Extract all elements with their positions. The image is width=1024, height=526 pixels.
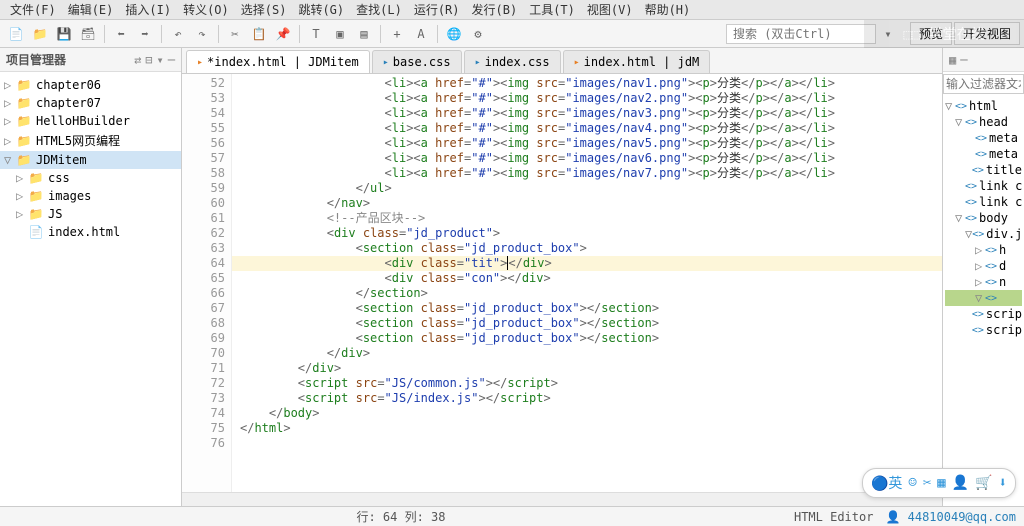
menu-escape[interactable]: 转义(O) <box>177 1 235 18</box>
outline-scrip[interactable]: <>scrip <box>945 322 1022 338</box>
float-scissors-icon[interactable]: ✂ <box>923 475 931 491</box>
gear-icon[interactable]: ⚙ <box>468 24 488 44</box>
editor-area: ▸*index.html | JDMitem▸base.css▸index.cs… <box>182 48 942 506</box>
project-panel-title: 项目管理器 <box>6 51 66 68</box>
menu-file[interactable]: 文件(F) <box>4 1 62 18</box>
tool-icon[interactable]: T <box>306 24 326 44</box>
line-gutter: 5253545556575859606162⊟63646566676869707… <box>182 74 232 492</box>
menu-publish[interactable]: 发行(B) <box>466 1 524 18</box>
float-download-icon[interactable]: ⬇ <box>999 475 1007 491</box>
outline-head[interactable]: ▽<>head <box>945 114 1022 130</box>
outline-meta[interactable]: <>meta <box>945 146 1022 162</box>
menu-insert[interactable]: 插入(I) <box>119 1 177 18</box>
tree-item-chapter06[interactable]: ▷📁chapter06 <box>0 76 181 94</box>
new-file-icon[interactable]: 📄 <box>6 24 26 44</box>
minimize-icon[interactable]: ─ <box>168 53 175 67</box>
open-icon[interactable]: 📁 <box>30 24 50 44</box>
link-icon[interactable]: ⇄ <box>134 53 141 67</box>
tree-item-JS[interactable]: ▷📁JS <box>0 205 181 223</box>
outline-[interactable]: ▽<> <box>945 290 1022 306</box>
outline-link c[interactable]: <>link c <box>945 178 1022 194</box>
tree-item-images[interactable]: ▷📁images <box>0 187 181 205</box>
status-bar: 行: 64 列: 38 HTML Editor 👤 44810049@qq.co… <box>0 506 1024 526</box>
project-panel: 项目管理器 ⇄ ⊟ ▾ ─ ▷📁chapter06▷📁chapter07▷📁He… <box>0 48 182 506</box>
tree-item-css[interactable]: ▷📁css <box>0 169 181 187</box>
outline-html[interactable]: ▽<>html <box>945 98 1022 114</box>
floating-toolbar: 🔵英 ☺ ✂ ▦ 👤 🛒 ⬇ <box>862 468 1016 498</box>
redo-icon[interactable]: ↷ <box>192 24 212 44</box>
tool2-icon[interactable]: ▣ <box>330 24 350 44</box>
menu-help[interactable]: 帮助(H) <box>639 1 697 18</box>
panel-menu-icon[interactable]: ▾ <box>157 53 164 67</box>
copy-icon[interactable]: 📋 <box>249 24 269 44</box>
float-smile-icon[interactable]: ☺ <box>908 475 916 491</box>
outline-h[interactable]: ▷<>h <box>945 242 1022 258</box>
save-all-icon[interactable]: 🗃 <box>78 24 98 44</box>
tree-item-HelloHBuilder[interactable]: ▷📁HelloHBuilder <box>0 112 181 130</box>
outline-meta[interactable]: <>meta <box>945 130 1022 146</box>
menu-edit[interactable]: 编辑(E) <box>62 1 120 18</box>
tab-index.css[interactable]: ▸index.css <box>464 50 561 73</box>
cursor-position: 行: 64 列: 38 <box>8 508 794 525</box>
collapse-icon[interactable]: ⊟ <box>145 53 152 67</box>
plus-icon[interactable]: + <box>387 24 407 44</box>
editor-tabs: ▸*index.html | JDMitem▸base.css▸index.cs… <box>182 48 942 74</box>
tab-index.html[interactable]: ▸index.html | jdM <box>563 50 711 73</box>
outline-d[interactable]: ▷<>d <box>945 258 1022 274</box>
float-user-icon[interactable]: 👤 <box>952 475 969 491</box>
outline-n[interactable]: ▷<>n <box>945 274 1022 290</box>
menu-goto[interactable]: 跳转(G) <box>292 1 350 18</box>
save-icon[interactable]: 💾 <box>54 24 74 44</box>
outline-div.jc[interactable]: ▽<>div.jc <box>945 226 1022 242</box>
outline-minimize-icon[interactable]: ─ <box>960 53 967 67</box>
editor-mode: HTML Editor <box>794 510 873 524</box>
outline-tree[interactable]: ▽<>html▽<>head<>meta<>meta<>title<>link … <box>943 96 1024 506</box>
float-lang-icon[interactable]: 🔵英 <box>871 473 902 493</box>
menu-tools[interactable]: 工具(T) <box>523 1 581 18</box>
search-input[interactable] <box>726 24 876 44</box>
tab-*index.html[interactable]: ▸*index.html | JDMitem <box>186 50 370 73</box>
forward-icon[interactable]: ➡ <box>135 24 155 44</box>
cut-icon[interactable]: ✂ <box>225 24 245 44</box>
outline-link c[interactable]: <>link c <box>945 194 1022 210</box>
outline-title[interactable]: <>title <box>945 162 1022 178</box>
code-editor[interactable]: <li><a href="#"><img src="images/nav1.pn… <box>232 74 942 492</box>
paste-icon[interactable]: 📌 <box>273 24 293 44</box>
outline-scrip[interactable]: <>scrip <box>945 306 1022 322</box>
undo-icon[interactable]: ↶ <box>168 24 188 44</box>
project-tree[interactable]: ▷📁chapter06▷📁chapter07▷📁HelloHBuilder▷📁H… <box>0 72 181 506</box>
back-icon[interactable]: ⬅ <box>111 24 131 44</box>
tab-base.css[interactable]: ▸base.css <box>372 50 462 73</box>
tree-item-JDMitem[interactable]: ▽📁JDMitem <box>0 151 181 169</box>
watermark-logo: ⬚⬚ 学堂在线 <box>864 20 1024 48</box>
tool3-icon[interactable]: ▤ <box>354 24 374 44</box>
outline-panel: ▦ ─ ▽<>html▽<>head<>meta<>meta<>title<>l… <box>942 48 1024 506</box>
outline-body[interactable]: ▽<>body <box>945 210 1022 226</box>
tree-item-HTML5网页编程[interactable]: ▷📁HTML5网页编程 <box>0 130 181 151</box>
menu-select[interactable]: 选择(S) <box>235 1 293 18</box>
font-icon[interactable]: A <box>411 24 431 44</box>
tree-item-index.html[interactable]: 📄index.html <box>0 223 181 241</box>
horizontal-scrollbar[interactable] <box>182 492 942 506</box>
outline-filter-input[interactable] <box>943 74 1024 94</box>
float-grid-icon[interactable]: ▦ <box>937 475 945 491</box>
outline-icon[interactable]: ▦ <box>949 53 956 67</box>
tree-item-chapter07[interactable]: ▷📁chapter07 <box>0 94 181 112</box>
browser-icon[interactable]: 🌐 <box>444 24 464 44</box>
menu-bar: 文件(F) 编辑(E) 插入(I) 转义(O) 选择(S) 跳转(G) 查找(L… <box>0 0 1024 20</box>
menu-run[interactable]: 运行(R) <box>408 1 466 18</box>
float-cart-icon[interactable]: 🛒 <box>975 475 992 491</box>
user-email[interactable]: 👤 44810049@qq.com <box>885 510 1016 524</box>
menu-find[interactable]: 查找(L) <box>350 1 408 18</box>
menu-view[interactable]: 视图(V) <box>581 1 639 18</box>
